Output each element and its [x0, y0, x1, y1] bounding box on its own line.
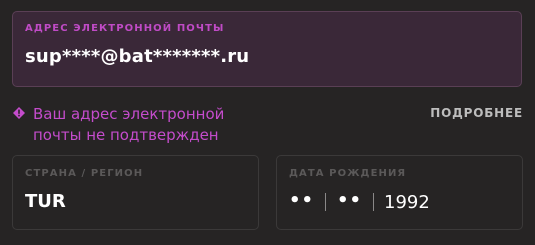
email-field-label: АДРЕС ЭЛЕКТРОННОЙ ПОЧТЫ: [25, 23, 225, 34]
email-unverified-warning: Ваш адрес электронной почты не подтвержд…: [33, 105, 225, 144]
warning-diamond-icon: [13, 107, 25, 119]
birth-date-field: ДАТА РОЖДЕНИЯ •• •• 1992: [276, 155, 523, 230]
birth-day-value[interactable]: ••: [289, 190, 314, 211]
country-region-field[interactable]: СТРАНА / РЕГИОН TUR: [12, 155, 259, 230]
country-value: TUR: [25, 191, 66, 212]
birth-year-value[interactable]: 1992: [384, 192, 430, 213]
details-link[interactable]: ПОДРОБНЕЕ: [430, 106, 523, 120]
birth-month-value[interactable]: ••: [337, 190, 362, 211]
country-region-label: СТРАНА / РЕГИОН: [25, 168, 144, 179]
date-separator: [373, 193, 374, 211]
birth-date-label: ДАТА РОЖДЕНИЯ: [289, 168, 407, 179]
email-value: sup****@bat*******.ru: [25, 46, 250, 67]
email-field[interactable]: АДРЕС ЭЛЕКТРОННОЙ ПОЧТЫ sup****@bat*****…: [12, 11, 522, 87]
date-separator: [325, 193, 326, 211]
